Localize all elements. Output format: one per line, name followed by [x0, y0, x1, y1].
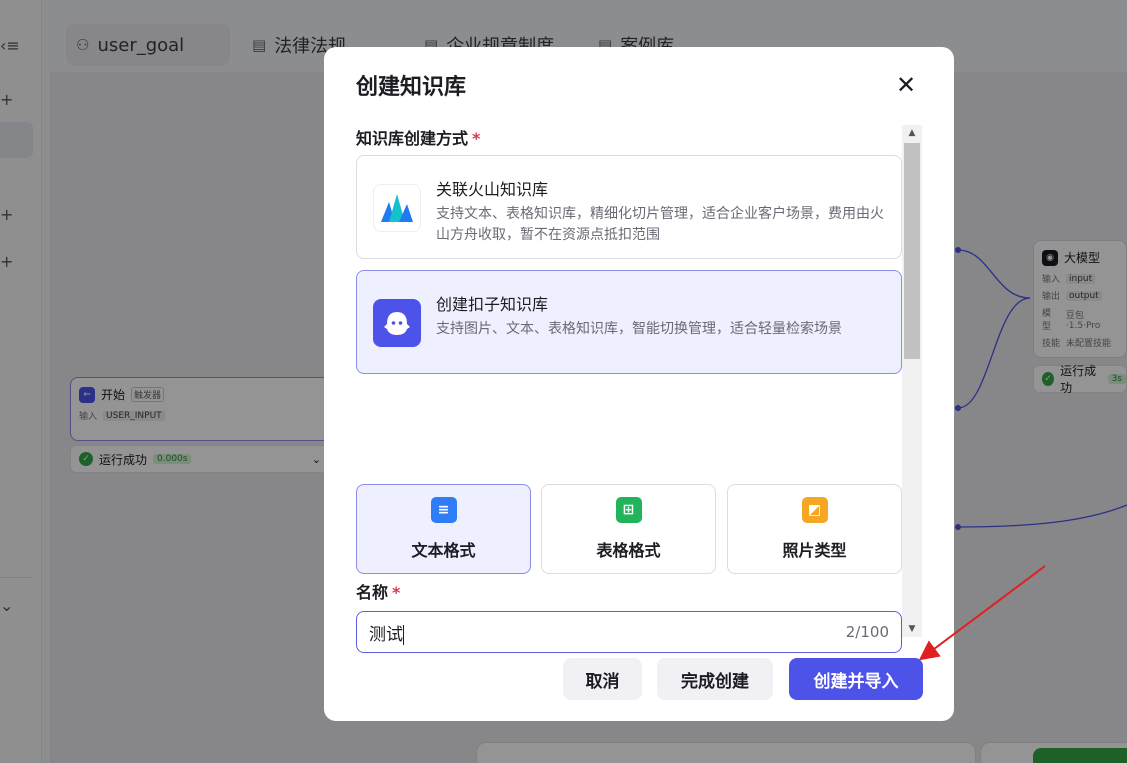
method-label: 知识库创建方式 *: [356, 129, 481, 148]
finish-create-button[interactable]: 完成创建: [657, 658, 773, 700]
scroll-down-icon[interactable]: ▼: [902, 621, 922, 637]
format-label: 文本格式: [411, 541, 476, 560]
name-value: 测试: [369, 624, 403, 645]
name-label: 名称 *: [356, 583, 401, 602]
required-mark: *: [392, 583, 401, 602]
coze-logo-icon: [373, 299, 421, 347]
table-icon: ⊞: [615, 497, 642, 523]
name-input[interactable]: 测试 2/100: [356, 611, 902, 653]
text-doc-icon: ≡: [430, 497, 457, 523]
option-title: 创建扣子知识库: [436, 295, 549, 314]
cancel-button[interactable]: 取消: [563, 658, 642, 700]
format-label: 表格格式: [596, 541, 661, 560]
option-title: 关联火山知识库: [436, 180, 549, 199]
option-coze-knowledge[interactable]: 创建扣子知识库 支持图片、文本、表格知识库，智能切换管理，适合轻量检索场景: [356, 270, 902, 374]
required-mark: *: [472, 129, 481, 148]
volcano-logo-icon: [373, 184, 421, 232]
option-volcano-knowledge[interactable]: 关联火山知识库 支持文本、表格知识库，精细化切片管理，适合企业客户场景，费用由火…: [356, 155, 902, 259]
format-label: 照片类型: [782, 541, 847, 560]
option-desc: 支持文本、表格知识库，精细化切片管理，适合企业客户场景，费用由火山方舟收取，暂不…: [436, 206, 884, 243]
format-image-card[interactable]: ◩ 照片类型: [727, 484, 902, 574]
scrollbar-thumb[interactable]: [904, 143, 920, 359]
create-and-import-button[interactable]: 创建并导入: [789, 658, 923, 700]
format-table-card[interactable]: ⊞ 表格格式: [541, 484, 716, 574]
format-text-card[interactable]: ≡ 文本格式: [356, 484, 531, 574]
modal-scrollbar[interactable]: ▲ ▼: [902, 125, 922, 637]
create-knowledge-modal: 创建知识库 ✕ 知识库创建方式 * 关联火山知识库 支持文本、表格知识库，精细化切…: [324, 47, 954, 721]
modal-scroll-area[interactable]: 知识库创建方式 * 关联火山知识库 支持文本、表格知识库，精细化切片管理，适合企业…: [356, 125, 922, 681]
image-icon: ◩: [801, 497, 828, 523]
modal-title: 创建知识库: [356, 75, 467, 100]
close-icon[interactable]: ✕: [892, 71, 920, 99]
scroll-up-icon[interactable]: ▲: [902, 125, 922, 141]
text-caret: [403, 624, 404, 645]
char-count: 2/100: [845, 623, 889, 641]
option-desc: 支持图片、文本、表格知识库，智能切换管理，适合轻量检索场景: [436, 321, 842, 337]
